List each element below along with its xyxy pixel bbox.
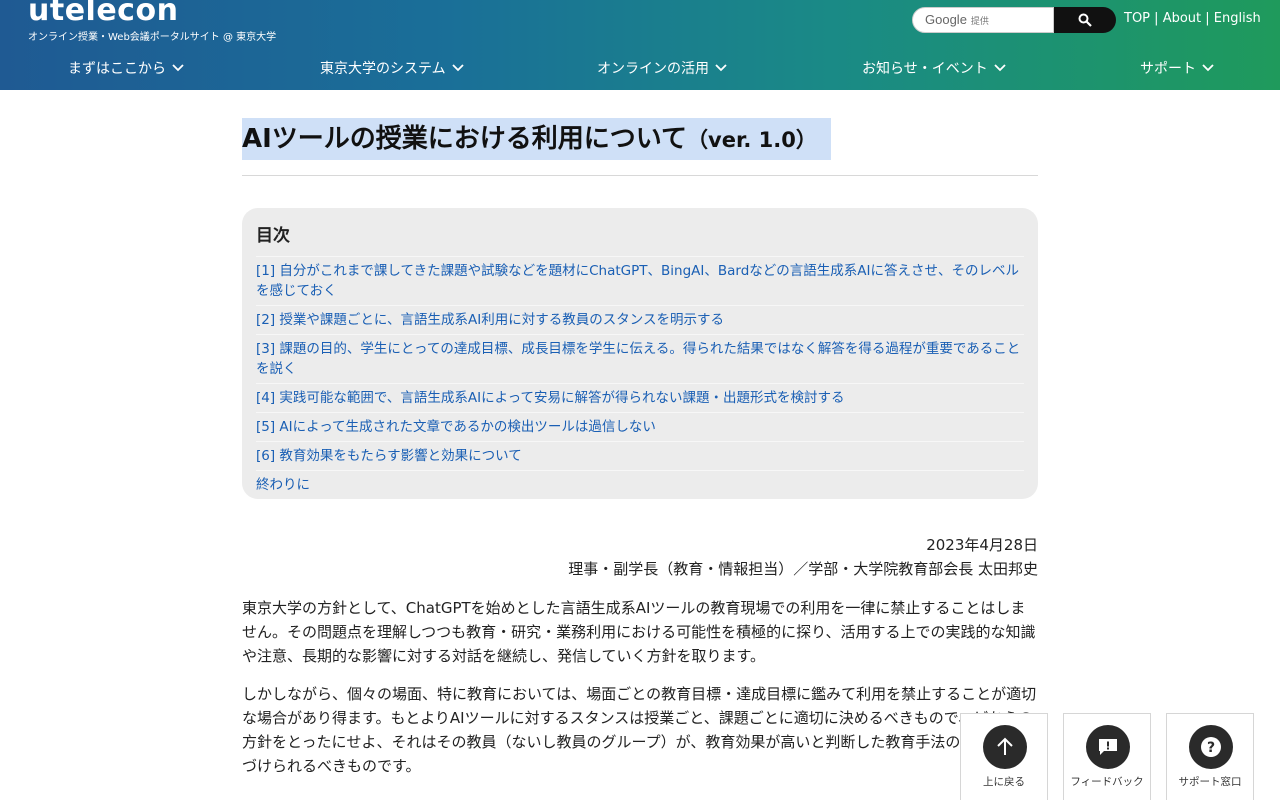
toc-link-conclusion[interactable]: 終わりに — [256, 470, 1024, 499]
nav-label: サポート — [1140, 61, 1196, 77]
chevron-down-icon — [172, 64, 184, 72]
title-main: AIツールの授業における利用について — [242, 124, 688, 154]
link-separator: | — [1154, 11, 1159, 26]
chevron-down-icon — [1202, 64, 1214, 72]
search-button[interactable] — [1054, 7, 1116, 33]
page-title: AIツールの授業における利用について（ver. 1.0） — [242, 118, 831, 160]
top-link-top[interactable]: TOP — [1124, 11, 1150, 26]
top-link-english[interactable]: English — [1214, 11, 1261, 26]
body-paragraph: しかしながら、個々の場面、特に教育においては、場面ごとの教育目標・達成目標に鑑み… — [242, 685, 1037, 775]
back-to-top-button[interactable]: 上に戻る — [960, 713, 1048, 800]
title-version: （ver. 1.0） — [687, 128, 817, 152]
nav-item-getting-started[interactable]: まずはここから — [68, 58, 184, 78]
support-label: サポート窓口 — [1178, 776, 1242, 788]
search-input[interactable]: Google 提供 — [912, 7, 1054, 33]
feedback-label: フィードバック — [1070, 776, 1144, 788]
toc-link-4[interactable]: [4] 実践可能な範囲で、言語生成系AIによって安易に解答が得られない課題・出題… — [256, 383, 1024, 412]
toc-link-3[interactable]: [3] 課題の目的、学生にとっての達成目標、成長目標を学生に伝える。得られた結果… — [256, 334, 1024, 383]
publish-date: 2023年4月28日 — [926, 536, 1038, 554]
toc-link-5[interactable]: [5] AIによって生成された文章であるかの検出ツールは過信しない — [256, 412, 1024, 441]
nav-item-online[interactable]: オンラインの活用 — [597, 58, 727, 78]
nav-item-news[interactable]: お知らせ・イベント — [862, 58, 1006, 78]
nav-label: オンラインの活用 — [597, 61, 709, 77]
google-logo: Google — [925, 12, 967, 27]
nav-label: 東京大学のシステム — [320, 61, 446, 77]
nav-label: まずはここから — [68, 61, 166, 77]
site-tagline: オンライン授業・Web会議ポータルサイト @ 東京大学 — [28, 32, 277, 43]
table-of-contents: 目次 [1] 自分がこれまで課してきた課題や試験などを題材にChatGPT、Bi… — [242, 208, 1038, 499]
arrow-up-icon — [983, 725, 1027, 769]
nav-item-support[interactable]: サポート — [1140, 58, 1214, 78]
site-logo[interactable]: utelecon — [28, 0, 276, 28]
toc-heading: 目次 — [256, 226, 290, 246]
title-area: AIツールの授業における利用について（ver. 1.0） — [242, 118, 1038, 176]
feedback-icon — [1086, 725, 1130, 769]
search-box: Google 提供 — [912, 7, 1116, 33]
chevron-down-icon — [994, 64, 1006, 72]
toc-link-2[interactable]: [2] 授業や課題ごとに、言語生成系AI利用に対する教員のスタンスを明示する — [256, 305, 1024, 334]
main-nav: まずはここから 東京大学のシステム オンラインの活用 お知らせ・イベント サポー… — [0, 56, 1280, 82]
chevron-down-icon — [715, 64, 727, 72]
nav-item-systems[interactable]: 東京大学のシステム — [320, 58, 464, 78]
toc-link-6[interactable]: [6] 教育効果をもたらす影響と効果について — [256, 441, 1024, 470]
site-header: utelecon オンライン授業・Web会議ポータルサイト @ 東京大学 Goo… — [0, 0, 1280, 90]
brand[interactable]: utelecon オンライン授業・Web会議ポータルサイト @ 東京大学 — [28, 0, 276, 43]
body-paragraph: 東京大学の方針として、ChatGPTを始めとした言語生成系AIツールの教育現場で… — [242, 599, 1036, 665]
search-provider-label: 提供 — [970, 16, 989, 26]
svg-text:?: ? — [1207, 740, 1215, 756]
author-line: 理事・副学長（教育・情報担当）／学部・大学院教育部会長 太田邦史 — [568, 560, 1038, 578]
top-link-about[interactable]: About — [1163, 11, 1201, 26]
nav-label: お知らせ・イベント — [862, 61, 988, 77]
chevron-down-icon — [451, 64, 464, 72]
feedback-button[interactable]: フィードバック — [1063, 713, 1151, 800]
top-links: TOP | About | English — [1124, 11, 1261, 26]
search-icon — [1078, 13, 1092, 27]
support-button[interactable]: ? サポート窓口 — [1166, 713, 1254, 800]
back-to-top-label: 上に戻る — [983, 776, 1025, 788]
help-icon: ? — [1189, 725, 1233, 769]
article: AIツールの授業における利用について（ver. 1.0） 目次 [1] 自分がこ… — [242, 118, 1038, 775]
link-separator: | — [1205, 11, 1210, 26]
toc-link-1[interactable]: [1] 自分がこれまで課してきた課題や試験などを題材にChatGPT、BingA… — [256, 256, 1024, 305]
